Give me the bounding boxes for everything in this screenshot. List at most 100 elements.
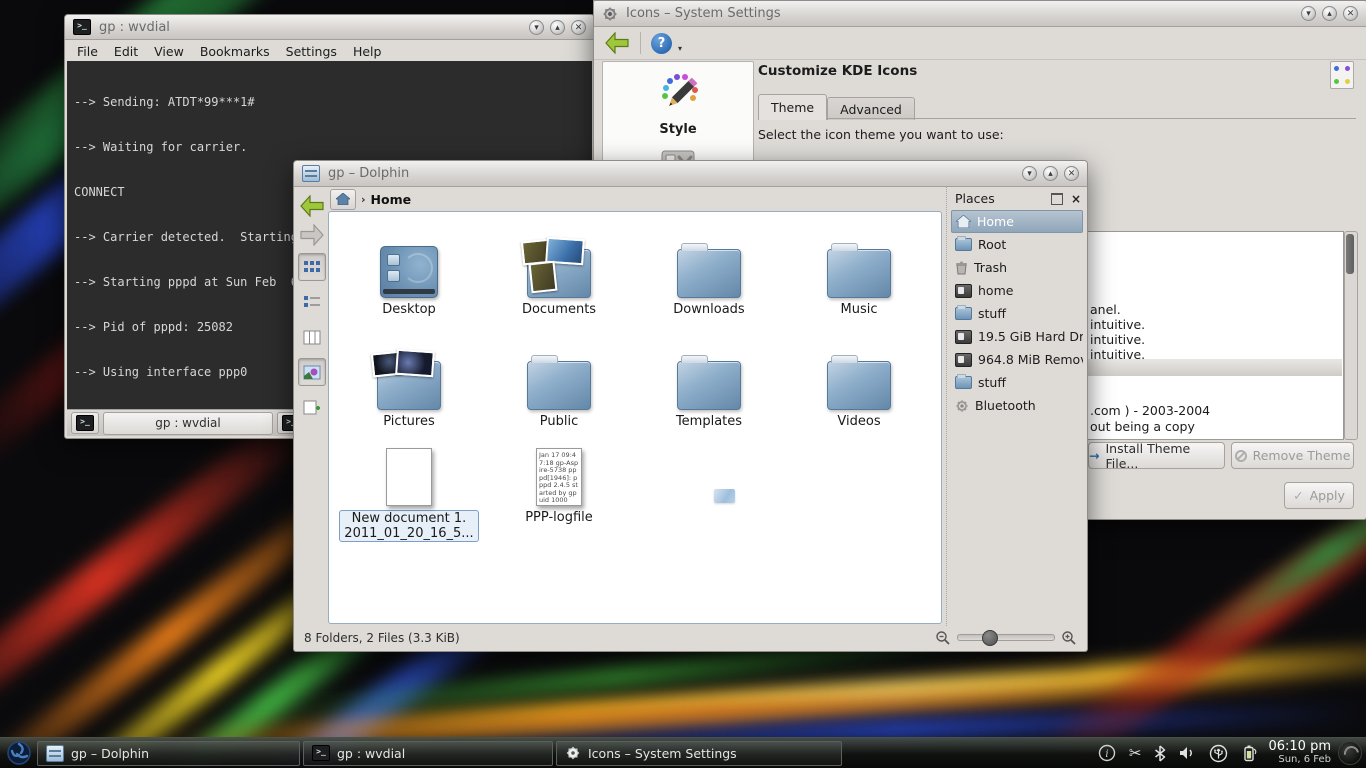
preview-button[interactable] [298, 358, 326, 386]
breadcrumb-home-button[interactable] [330, 189, 356, 210]
minimize-button[interactable]: ▾ [1022, 166, 1037, 181]
system-settings-titlebar[interactable]: Icons – System Settings ▾ ▴ ✕ [594, 1, 1366, 27]
places-item-bluetooth[interactable]: Bluetooth [951, 394, 1083, 417]
menu-bookmarks[interactable]: Bookmarks [200, 44, 270, 59]
konsole-titlebar[interactable]: >_ gp : wvdial ▾ ▴ ✕ [65, 15, 594, 40]
klipper-tray-icon[interactable]: ✂ [1129, 745, 1142, 761]
clock[interactable]: 06:10 pm Sun, 6 Feb [1268, 740, 1335, 766]
menu-edit[interactable]: Edit [114, 44, 138, 59]
places-item-removable[interactable]: 964.8 MiB Remov... [951, 348, 1083, 371]
folder-item-templates[interactable]: Templates [634, 338, 784, 429]
clock-date: Sun, 6 Feb [1268, 753, 1331, 766]
details-view-button[interactable] [298, 288, 326, 316]
remove-theme-button[interactable]: Remove Theme [1231, 442, 1354, 469]
minimize-button[interactable]: ▾ [1301, 6, 1316, 21]
places-item-root[interactable]: Root [951, 233, 1083, 256]
scrollbar-handle[interactable] [1346, 234, 1354, 274]
menu-help[interactable]: Help [353, 44, 382, 59]
style-icon [655, 72, 701, 114]
close-panel-icon[interactable]: × [1071, 192, 1081, 206]
places-item-home[interactable]: Home [951, 210, 1083, 233]
places-label: 19.5 GiB Hard Drive [978, 329, 1083, 344]
menu-settings[interactable]: Settings [286, 44, 337, 59]
no-sign-icon [1235, 450, 1247, 462]
folder-item-music[interactable]: Music [784, 226, 934, 317]
breadcrumb-current[interactable]: Home [371, 192, 412, 207]
minimize-button[interactable]: ▾ [529, 20, 544, 35]
folder-label: Templates [672, 414, 746, 429]
system-settings-toolbar: ? ▾ [594, 27, 1366, 60]
folder-view[interactable]: Desktop Documents Downloads Music [328, 211, 942, 624]
columns-view-button[interactable] [298, 323, 326, 351]
bluetooth-tray-icon[interactable] [1154, 745, 1166, 762]
svg-text:i: i [1105, 749, 1108, 760]
maximize-button[interactable]: ▴ [1043, 166, 1058, 181]
zoom-slider[interactable] [957, 634, 1055, 641]
places-item-trash[interactable]: Trash [951, 256, 1083, 279]
taskbar-task-wvdial[interactable]: >_ gp : wvdial [303, 741, 553, 766]
close-button[interactable]: ✕ [571, 20, 586, 35]
konsole-menubar: File Edit View Bookmarks Settings Help [65, 40, 594, 62]
terminal-line: --> Sending: ATDT*99***1# [74, 95, 585, 110]
places-item-home-partition[interactable]: home [951, 279, 1083, 302]
panel-toolbox-cashew[interactable] [1338, 741, 1362, 765]
help-button[interactable]: ? [651, 33, 672, 54]
icons-view-button[interactable] [298, 253, 326, 281]
theme-credit-fragment: out being a copy [1090, 419, 1195, 434]
apply-button[interactable]: ✓ Apply [1284, 482, 1354, 509]
scrollbar[interactable] [1344, 231, 1358, 440]
folder-label: Downloads [669, 302, 748, 317]
volume-tray-icon[interactable] [1179, 745, 1196, 761]
places-label: stuff [978, 306, 1006, 321]
back-button[interactable] [299, 195, 325, 217]
taskbar-task-dolphin[interactable]: gp – Dolphin [37, 741, 300, 766]
new-tab-button[interactable]: >_ [71, 412, 99, 434]
file-label: PPP-logfile [521, 510, 597, 525]
menu-view[interactable]: View [154, 44, 184, 59]
wallpaper-streak [0, 404, 317, 756]
battery-tray-icon[interactable] [1241, 744, 1257, 762]
tab-theme[interactable]: Theme [758, 94, 827, 120]
places-item-stuff[interactable]: stuff [951, 302, 1083, 325]
file-item-ppp-logfile[interactable]: Jan 17 09:47:18 gp-Aspire-5738 pppd[1946… [484, 434, 634, 542]
split-view-button[interactable] [298, 393, 326, 421]
back-button[interactable] [604, 32, 630, 54]
places-label: Root [978, 237, 1006, 252]
device-notifier-tray-icon[interactable] [1209, 744, 1228, 763]
folder-item-documents[interactable]: Documents [484, 226, 634, 317]
folder-item-pictures[interactable]: Pictures [334, 338, 484, 429]
maximize-button[interactable]: ▴ [1322, 6, 1337, 21]
zoom-slider-handle[interactable] [982, 630, 998, 646]
drive-icon [955, 353, 972, 367]
install-theme-button[interactable]: → Install Theme File... [1088, 442, 1225, 469]
places-item-stuff-2[interactable]: stuff [951, 371, 1083, 394]
taskbar-task-system-settings[interactable]: Icons – System Settings [556, 741, 842, 766]
dolphin-title: gp – Dolphin [328, 166, 409, 181]
sidebar-item-style[interactable]: Style [603, 62, 753, 137]
file-item-new-document[interactable]: New document 1. 2011_01_20_16_5... [334, 434, 484, 542]
zoom-out-icon[interactable] [935, 630, 951, 646]
close-button[interactable]: ✕ [1064, 166, 1079, 181]
sidebar-item-label: Style [603, 122, 753, 137]
places-item-hard-drive[interactable]: 19.5 GiB Hard Drive [951, 325, 1083, 348]
float-panel-icon[interactable] [1051, 193, 1063, 205]
menu-file[interactable]: File [77, 44, 98, 59]
folder-item-desktop[interactable]: Desktop [334, 226, 484, 317]
forward-button[interactable] [299, 224, 325, 246]
folder-item-downloads[interactable]: Downloads [634, 226, 784, 317]
terminal-tab[interactable]: gp : wvdial [103, 412, 273, 435]
close-button[interactable]: ✕ [1343, 6, 1358, 21]
zoom-in-icon[interactable] [1061, 630, 1077, 646]
maximize-button[interactable]: ▴ [550, 20, 565, 35]
info-tray-icon[interactable]: i [1098, 744, 1116, 762]
terminal-icon: >_ [76, 415, 94, 431]
launcher-logo-icon [6, 740, 32, 766]
folder-item-public[interactable]: Public [484, 338, 634, 429]
app-launcher-button[interactable] [4, 739, 34, 767]
tab-advanced[interactable]: Advanced [827, 97, 915, 120]
folder-item-videos[interactable]: Videos [784, 338, 934, 429]
icon-view-widget[interactable] [1330, 61, 1354, 89]
dolphin-titlebar[interactable]: gp – Dolphin ▾ ▴ ✕ [294, 161, 1087, 187]
status-text: 8 Folders, 2 Files (3.3 KiB) [304, 631, 460, 645]
task-label: Icons – System Settings [588, 746, 737, 761]
